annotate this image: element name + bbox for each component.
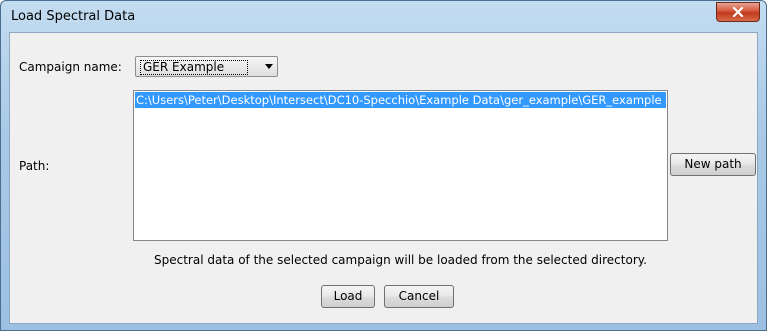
campaign-name-select[interactable]: GER Example (135, 56, 278, 77)
info-text: Spectral data of the selected campaign w… (154, 253, 647, 267)
campaign-name-selected-value: GER Example (140, 60, 248, 75)
load-spectral-data-dialog: Load Spectral Data Campaign name: GER Ex… (0, 0, 767, 331)
close-button[interactable] (716, 2, 760, 22)
load-button[interactable]: Load (321, 285, 375, 308)
path-list[interactable]: C:\Users\Peter\Desktop\Intersect\DC10-Sp… (133, 90, 668, 241)
new-path-button[interactable]: New path (670, 153, 756, 176)
path-label: Path: (19, 159, 50, 173)
campaign-name-label: Campaign name: (19, 60, 122, 74)
chevron-down-icon[interactable] (265, 64, 273, 69)
window-title: Load Spectral Data (11, 9, 136, 24)
title-bar[interactable]: Load Spectral Data (1, 1, 766, 33)
cancel-button[interactable]: Cancel (384, 285, 454, 308)
dialog-content: Campaign name: GER Example Path: C:\User… (9, 32, 758, 324)
close-icon (732, 7, 744, 17)
path-list-item[interactable]: C:\Users\Peter\Desktop\Intersect\DC10-Sp… (135, 92, 666, 108)
